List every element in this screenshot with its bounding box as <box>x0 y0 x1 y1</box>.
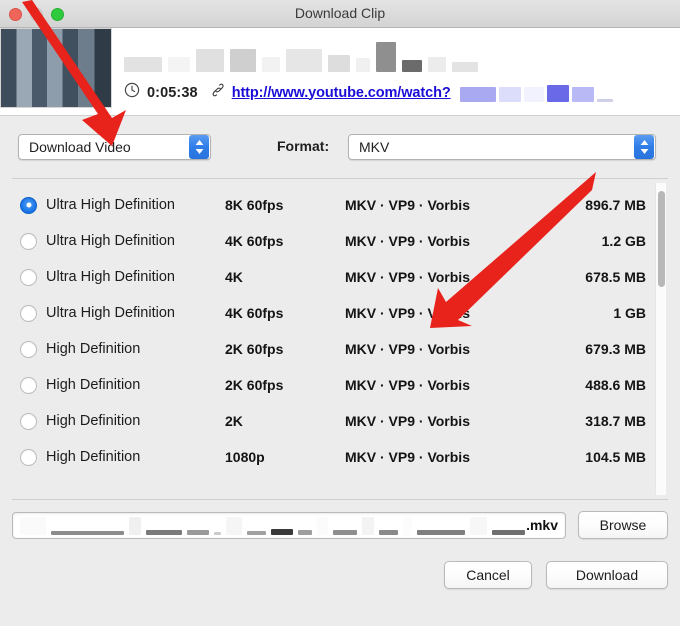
quality-label: Ultra High Definition <box>37 269 225 285</box>
codec-label: MKV · VP9 · Vorbis <box>345 305 530 321</box>
scrollbar-thumb[interactable] <box>658 191 665 287</box>
chevron-up-down-icon[interactable] <box>634 135 654 159</box>
resolution-label: 1080p <box>225 449 345 465</box>
codec-label: MKV · VP9 · Vorbis <box>345 413 530 429</box>
filesize-label: 1.2 GB <box>530 233 668 249</box>
clip-url-redacted-tail <box>460 85 613 102</box>
codec-label: MKV · VP9 · Vorbis <box>345 449 530 465</box>
resolution-label: 4K 60fps <box>225 233 345 249</box>
clip-duration: 0:05:38 <box>147 85 198 101</box>
format-value: MKV <box>349 139 634 155</box>
quality-label: Ultra High Definition <box>37 233 225 249</box>
quality-radio[interactable] <box>20 233 37 250</box>
chevron-up-down-icon[interactable] <box>189 135 209 159</box>
resolution-label: 2K 60fps <box>225 341 345 357</box>
quality-row[interactable]: High Definition2KMKV · VP9 · Vorbis318.7… <box>12 403 668 439</box>
options-bar: Download Video Format: MKV <box>0 116 680 178</box>
quality-row[interactable]: High Definition2K 60fpsMKV · VP9 · Vorbi… <box>12 367 668 403</box>
save-path-field[interactable]: .mkv <box>12 512 566 539</box>
save-path-row: .mkv Browse <box>12 500 668 550</box>
quality-label: High Definition <box>37 449 225 465</box>
quality-row[interactable]: Ultra High Definition4KMKV · VP9 · Vorbi… <box>12 259 668 295</box>
quality-row[interactable]: High Definition2K 60fpsMKV · VP9 · Vorbi… <box>12 331 668 367</box>
codec-label: MKV · VP9 · Vorbis <box>345 341 530 357</box>
quality-list-body: Ultra High Definition8K 60fpsMKV · VP9 ·… <box>12 179 668 475</box>
quality-label: Ultra High Definition <box>37 305 225 321</box>
filesize-label: 104.5 MB <box>530 449 668 465</box>
format-label: Format: <box>277 138 329 154</box>
download-mode-popup[interactable]: Download Video <box>18 134 211 160</box>
quality-radio[interactable] <box>20 305 37 322</box>
format-popup[interactable]: MKV <box>348 134 656 160</box>
quality-radio[interactable] <box>20 449 37 466</box>
resolution-label: 2K <box>225 413 345 429</box>
window-title: Download Clip <box>0 5 680 21</box>
window-titlebar: Download Clip <box>0 0 680 28</box>
save-path-redacted <box>20 515 525 535</box>
codec-label: MKV · VP9 · Vorbis <box>345 197 530 213</box>
quality-row[interactable]: Ultra High Definition4K 60fpsMKV · VP9 ·… <box>12 223 668 259</box>
quality-label: High Definition <box>37 341 225 357</box>
codec-label: MKV · VP9 · Vorbis <box>345 233 530 249</box>
quality-label: High Definition <box>37 413 225 429</box>
quality-row[interactable]: Ultra High Definition8K 60fpsMKV · VP9 ·… <box>12 187 668 223</box>
filesize-label: 679.3 MB <box>530 341 668 357</box>
clip-meta-row: 0:05:38 http://www.youtube.com/watch? <box>124 82 670 103</box>
quality-radio[interactable] <box>20 413 37 430</box>
link-icon <box>211 82 225 103</box>
resolution-label: 8K 60fps <box>225 197 345 213</box>
quality-radio[interactable] <box>20 197 37 214</box>
resolution-label: 4K <box>225 269 345 285</box>
clip-title-redacted <box>124 40 670 72</box>
quality-radio[interactable] <box>20 377 37 394</box>
download-mode-value: Download Video <box>19 139 189 155</box>
clip-url-link[interactable]: http://www.youtube.com/watch? <box>232 85 451 101</box>
codec-label: MKV · VP9 · Vorbis <box>345 377 530 393</box>
cancel-button[interactable]: Cancel <box>444 561 532 589</box>
clock-icon <box>124 82 140 103</box>
resolution-label: 2K 60fps <box>225 377 345 393</box>
quality-row[interactable]: Ultra High Definition4K 60fpsMKV · VP9 ·… <box>12 295 668 331</box>
dialog-footer: Cancel Download <box>12 550 668 606</box>
clip-info: 0:05:38 http://www.youtube.com/watch? <box>124 40 670 103</box>
quality-list: Ultra High Definition8K 60fpsMKV · VP9 ·… <box>12 178 668 500</box>
quality-label: High Definition <box>37 377 225 393</box>
filesize-label: 1 GB <box>530 305 668 321</box>
quality-list-scrollbar[interactable] <box>655 183 666 495</box>
quality-label: Ultra High Definition <box>37 197 225 213</box>
clip-header: 0:05:38 http://www.youtube.com/watch? <box>0 28 680 116</box>
save-path-extension: .mkv <box>526 517 558 533</box>
filesize-label: 488.6 MB <box>530 377 668 393</box>
filesize-label: 678.5 MB <box>530 269 668 285</box>
quality-radio[interactable] <box>20 341 37 358</box>
quality-row[interactable]: High Definition1080pMKV · VP9 · Vorbis10… <box>12 439 668 475</box>
download-clip-window: Download Clip <box>0 0 680 626</box>
browse-button[interactable]: Browse <box>578 511 668 539</box>
download-button[interactable]: Download <box>546 561 668 589</box>
resolution-label: 4K 60fps <box>225 305 345 321</box>
quality-radio[interactable] <box>20 269 37 286</box>
codec-label: MKV · VP9 · Vorbis <box>345 269 530 285</box>
filesize-label: 896.7 MB <box>530 197 668 213</box>
video-thumbnail <box>0 28 112 108</box>
filesize-label: 318.7 MB <box>530 413 668 429</box>
